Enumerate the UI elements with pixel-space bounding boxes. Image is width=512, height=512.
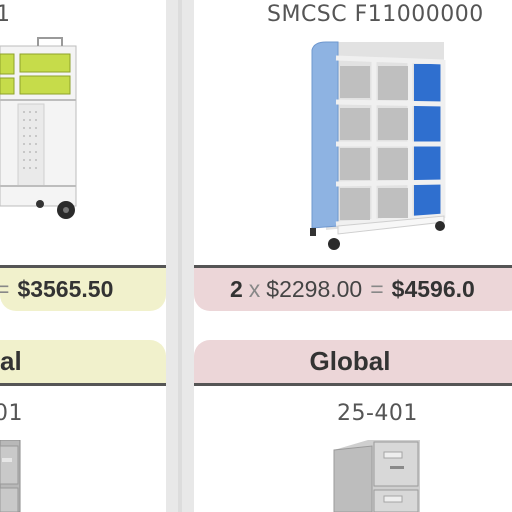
category-label: Global [309,346,391,376]
file-cabinet-image[interactable] [0,440,24,512]
unit-price: $2298.00 [266,276,363,302]
sub-product-code: 01 [0,401,23,426]
price-summary-bar: 2 x $2298.00 = $4596.0 [194,265,512,311]
product-code: SMCSC F11000000 [267,2,484,27]
product-column-left: 1 = $3565.50 al 01 [0,0,166,512]
file-cabinet-image[interactable] [332,438,422,512]
sub-product-code: 25-401 [337,401,418,426]
equals-sign: = [0,276,10,302]
product-column-right: SMCSC F11000000 2 x $2298.00 = $4596.0 G… [194,0,512,512]
total-price: $3565.50 [17,276,114,302]
cubby-storage-image[interactable] [306,40,446,254]
category-header[interactable]: al [0,340,166,386]
quantity: 2 [230,276,243,302]
equals-sign: = [370,276,384,302]
price-summary-bar: = $3565.50 [0,265,166,311]
category-header[interactable]: Global [194,340,512,386]
times-sign: x [248,276,261,302]
product-code: 1 [0,2,11,27]
total-price: $4596.0 [391,276,475,302]
column-divider [178,0,182,512]
mobile-cart-image[interactable] [0,36,90,226]
category-label: al [0,346,22,376]
